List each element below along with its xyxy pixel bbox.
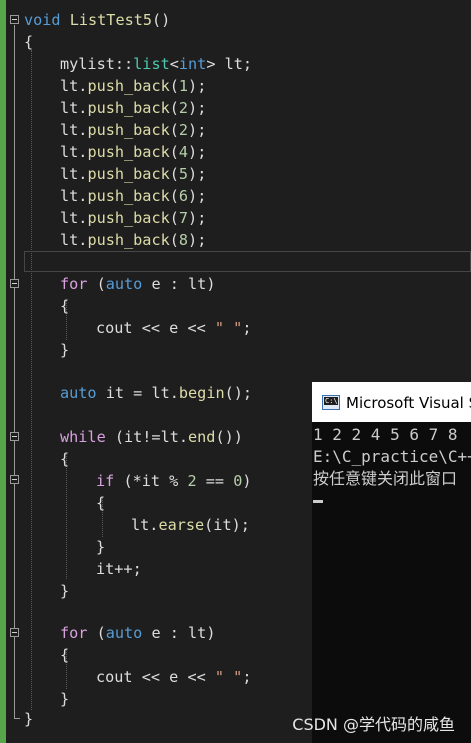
code-line: lt.push_back(1); (60, 77, 207, 95)
code-line: } (60, 582, 70, 600)
code-line: lt.push_back(2); (60, 99, 207, 117)
code-line: for (auto e : lt) (60, 275, 216, 293)
code-line: mylist::list<int> lt; (60, 55, 253, 73)
collapse-icon[interactable] (10, 279, 19, 288)
code-line: it++; (96, 560, 142, 578)
console-cursor (313, 500, 323, 503)
code-line: auto it = lt.begin(); (60, 384, 253, 402)
code-line: cout << e << " "; (96, 668, 252, 686)
console-line: 1 2 2 4 5 6 7 8 (313, 425, 458, 444)
code-line: } (24, 710, 34, 728)
collapse-icon[interactable] (10, 628, 19, 637)
console-line: 按任意键关闭此窗口 (313, 469, 458, 488)
collapse-icon[interactable] (10, 432, 19, 441)
code-line: { (60, 297, 70, 315)
fold-guide (14, 25, 15, 718)
code-line: lt.push_back(6); (60, 187, 207, 205)
code-line: lt.push_back(2); (60, 121, 207, 139)
code-line: lt.push_back(4); (60, 143, 207, 161)
code-line: } (60, 690, 70, 708)
code-line: lt.push_back(5); (60, 165, 207, 183)
console-title: Microsoft Visual Studio 调试控制台 (346, 393, 471, 412)
code-line: lt.push_back(8); (60, 231, 207, 249)
code-line: { (96, 494, 106, 512)
fold-guide-end (14, 718, 20, 719)
console-output: 1 2 2 4 5 6 7 8 E:\C_practice\C++ 按任意键关闭… (312, 422, 471, 503)
collapse-icon[interactable] (10, 475, 19, 484)
console-title-bar[interactable]: C:\ Microsoft Visual Studio 调试控制台 (312, 382, 471, 422)
code-line: if (*it % 2 == 0) (96, 472, 252, 490)
code-line: lt.earse(it); (131, 516, 250, 534)
collapse-icon[interactable] (10, 15, 19, 24)
code-line: while (it!=lt.end()) (60, 428, 243, 446)
code-line: { (60, 450, 70, 468)
code-line: } (96, 538, 106, 556)
console-app-icon: C:\ (322, 394, 340, 410)
debug-console-window[interactable]: C:\ Microsoft Visual Studio 调试控制台 1 2 2 … (312, 382, 471, 743)
code-line: void ListTest5() (24, 11, 171, 29)
watermark: CSDN @学代码的咸鱼 (292, 715, 455, 734)
code-line: } (60, 341, 70, 359)
console-line: E:\C_practice\C++ (313, 447, 471, 466)
code-line: { (24, 33, 34, 51)
code-line: { (60, 646, 70, 664)
code-line: lt.push_back(7); (60, 209, 207, 227)
code-line: for (auto e : lt) (60, 624, 216, 642)
code-line: cout << e << " "; (96, 319, 252, 337)
